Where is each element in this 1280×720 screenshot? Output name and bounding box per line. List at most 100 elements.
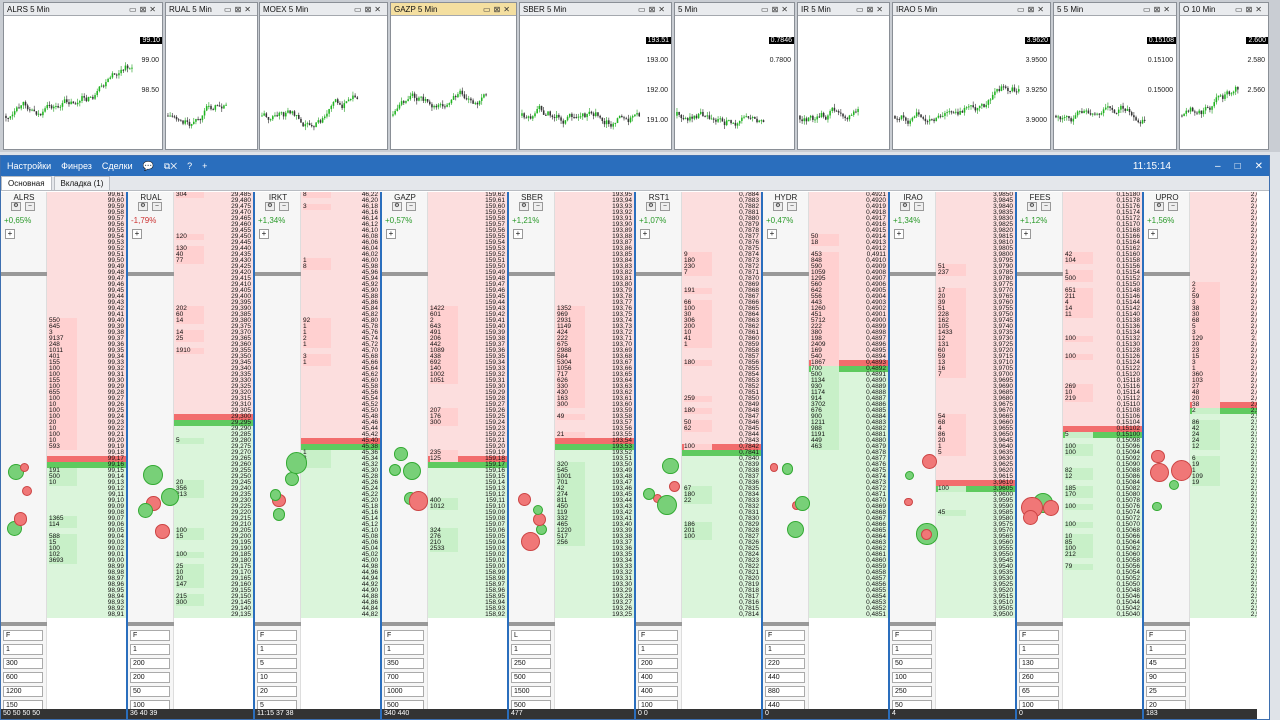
ladder-row[interactable]: 0,15040 [1063, 611, 1142, 618]
chart-window[interactable]: MOEX 5 Min ▭⊠✕ [259, 2, 388, 150]
settings-icon[interactable]: ⚙ [265, 202, 275, 211]
price-ladder[interactable]: 159,62 159,61 159,60 159,59 159,58 159,57 159,… [428, 192, 507, 709]
quantity-preset[interactable]: 260 [1019, 672, 1059, 683]
price-ladder[interactable]: 99,61 99,60 99,59 99,58 99,57 99,56 99,55 99,54… [47, 192, 126, 709]
order-type-select[interactable]: F [1146, 630, 1186, 641]
quantity-preset[interactable]: 1 [1019, 644, 1059, 655]
quantity-preset[interactable]: 50 [130, 686, 170, 697]
add-level-button[interactable]: + [767, 229, 777, 239]
order-type-select[interactable]: F [765, 630, 805, 641]
quantity-preset[interactable]: 300 [3, 658, 43, 669]
minus-icon[interactable]: – [787, 202, 797, 211]
quantity-preset[interactable]: 10 [257, 672, 297, 683]
ladder-row[interactable]: 3,9500 [936, 611, 1015, 618]
order-type-select[interactable]: L [511, 630, 551, 641]
quantity-preset[interactable]: 200 [638, 658, 678, 669]
quantity-preset[interactable]: 25 [1146, 686, 1186, 697]
minus-icon[interactable]: – [1168, 202, 1178, 211]
quantity-preset[interactable]: 1000 [384, 686, 424, 697]
quantity-preset[interactable]: 350 [384, 658, 424, 669]
help-button[interactable]: ? [187, 161, 192, 171]
quantity-preset[interactable]: 1500 [511, 686, 551, 697]
settings-icon[interactable]: ⚙ [773, 202, 783, 211]
chart-window-buttons[interactable]: ▭⊠✕ [856, 5, 889, 14]
minus-icon[interactable]: – [1041, 202, 1051, 211]
quantity-preset[interactable]: 1 [892, 644, 932, 655]
quantity-preset[interactable]: 500 [511, 672, 551, 683]
chart-window[interactable]: 5 Min ▭⊠✕ 0.7846 0.7800 [674, 2, 795, 150]
minus-icon[interactable]: – [279, 202, 289, 211]
quantity-preset[interactable]: 880 [765, 686, 805, 697]
settings-icon[interactable]: ⚙ [138, 202, 148, 211]
chart-window-buttons[interactable]: ▭⊠✕ [638, 5, 671, 14]
quantity-preset[interactable]: 220 [765, 658, 805, 669]
minus-icon[interactable]: – [406, 202, 416, 211]
ladder-row[interactable]: 29,135 [174, 611, 253, 618]
quantity-preset[interactable]: 400 [638, 672, 678, 683]
settings-icon[interactable]: ⚙ [11, 202, 21, 211]
quantity-preset[interactable]: 1 [638, 644, 678, 655]
add-level-button[interactable]: + [259, 229, 269, 239]
settings-icon[interactable]: ⚙ [646, 202, 656, 211]
add-button[interactable]: + [202, 161, 207, 171]
price-ladder[interactable]: 0,15180 0,15178 0,15176 0,15174 0,15172 0,151… [1063, 192, 1142, 709]
chart-window-buttons[interactable]: ▭⊠✕ [1143, 5, 1176, 14]
minus-icon[interactable]: – [660, 202, 670, 211]
price-ladder[interactable]: 0,7884 0,7883 0,7882 0,7881 0,7880 0,7879 0,78… [682, 192, 761, 709]
settings-icon[interactable]: ⚙ [1154, 202, 1164, 211]
chart-window-buttons[interactable]: ▭⊠✕ [224, 5, 257, 14]
price-ladder[interactable]: 193,95 193,94 193,93 193,92 193,91 193,90 193,… [555, 192, 634, 709]
chart-window[interactable]: SBER 5 Min ▭⊠✕ 193.51 193.00 192.00 191.00 [519, 2, 672, 150]
tab-main[interactable]: Основная [1, 176, 52, 190]
quantity-preset[interactable]: 20 [257, 686, 297, 697]
chart-window-buttons[interactable]: ▭⊠✕ [761, 5, 794, 14]
tab-second[interactable]: Вкладка (1) [53, 176, 111, 190]
quantity-preset[interactable]: 130 [1019, 658, 1059, 669]
menu-finrez[interactable]: Финрез [61, 161, 92, 171]
quantity-preset[interactable]: 200 [130, 672, 170, 683]
chart-window-buttons[interactable]: ▭⊠✕ [1235, 5, 1268, 14]
quantity-preset[interactable]: 100 [892, 672, 932, 683]
price-ladder[interactable]: 0,4921 0,4920 0,4919 0,4918 0,4917 0,4916 0,49… [809, 192, 888, 709]
quantity-preset[interactable]: 5 [257, 658, 297, 669]
quantity-preset[interactable]: 65 [1019, 686, 1059, 697]
minus-icon[interactable]: – [914, 202, 924, 211]
chart-window[interactable]: O 10 Min ▭⊠✕ 2.600 2.580 2.560 [1179, 2, 1269, 150]
ladder-row[interactable]: 2,565 [1190, 611, 1257, 618]
add-level-button[interactable]: + [386, 229, 396, 239]
order-type-select[interactable]: F [384, 630, 424, 641]
quantity-preset[interactable]: 50 [892, 658, 932, 669]
settings-icon[interactable]: ⚙ [392, 202, 402, 211]
add-level-button[interactable]: + [640, 229, 650, 239]
order-type-select[interactable]: F [130, 630, 170, 641]
chart-window[interactable]: 5 5 Min ▭⊠✕ 0.15108 0.15100 0.15000 [1053, 2, 1177, 150]
quantity-preset[interactable]: 1 [384, 644, 424, 655]
quantity-preset[interactable]: 1 [765, 644, 805, 655]
quantity-preset[interactable]: 1 [3, 644, 43, 655]
quantity-preset[interactable]: 250 [892, 686, 932, 697]
quantity-preset[interactable]: 1200 [3, 686, 43, 697]
quantity-preset[interactable]: 200 [130, 658, 170, 669]
quantity-preset[interactable]: 700 [384, 672, 424, 683]
quantity-preset[interactable]: 1 [130, 644, 170, 655]
add-level-button[interactable]: + [1021, 229, 1031, 239]
add-level-button[interactable]: + [1148, 229, 1158, 239]
chart-window-buttons[interactable]: ▭⊠✕ [354, 5, 387, 14]
chat-icon[interactable]: 💬 [143, 161, 154, 172]
chart-window[interactable]: RUAL 5 Min ▭⊠✕ [165, 2, 258, 150]
price-ladder[interactable]: 3,9850 3,9845 3,9840 3,9835 3,9830 3,9825 3,98… [936, 192, 1015, 709]
ladder-row[interactable]: 98,91 [47, 611, 126, 618]
add-level-button[interactable]: + [5, 229, 15, 239]
menu-deals[interactable]: Сделки [102, 161, 133, 171]
chart-window-buttons[interactable]: ▭⊠✕ [483, 5, 516, 14]
settings-icon[interactable]: ⚙ [1027, 202, 1037, 211]
ladder-row[interactable]: 193,25 [555, 611, 634, 618]
minimize-button[interactable]: – [1215, 161, 1221, 172]
quantity-preset[interactable]: 1 [257, 644, 297, 655]
quantity-preset[interactable]: 440 [765, 672, 805, 683]
order-type-select[interactable]: F [1019, 630, 1059, 641]
chart-window[interactable]: IRAO 5 Min ▭⊠✕ 3.9620 3.9500 3.9250 3.9000 [892, 2, 1051, 150]
minus-icon[interactable]: – [533, 202, 543, 211]
minus-icon[interactable]: – [152, 202, 162, 211]
price-ladder[interactable]: 8 46,22 46,20 3 46,18 46,16 46,14 46,12 46,10 46,… [301, 192, 380, 709]
